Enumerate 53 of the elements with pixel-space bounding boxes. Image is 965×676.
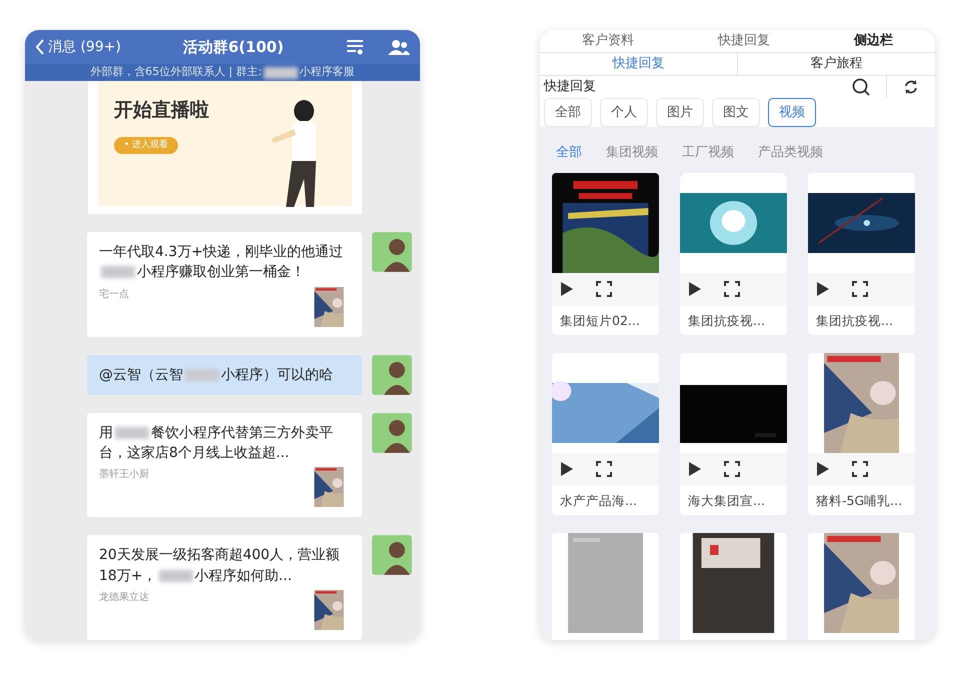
fullscreen-icon xyxy=(596,281,612,297)
video-title: 猪料-5G哺乳... xyxy=(815,492,904,510)
search-icon xyxy=(852,78,870,96)
link-source: 龙德果立达 xyxy=(99,590,149,605)
refresh-icon xyxy=(903,78,919,94)
avatar-icon xyxy=(372,232,412,272)
video-title: 海大集团宣... xyxy=(687,492,766,510)
tab[interactable]: 快捷回复 xyxy=(712,30,776,52)
play-icon xyxy=(688,461,702,477)
link-source: 墨轩王小厨 xyxy=(99,468,149,482)
video-title: 集团抗疫视... xyxy=(815,312,894,330)
avatar-icon xyxy=(372,412,412,453)
link-card-title: 用 餐饮小程序代替第三方外卖平台，这家店8个月线上收益超... xyxy=(99,424,334,464)
list-icon xyxy=(346,39,364,56)
play-icon xyxy=(816,281,830,297)
section-title: 快捷回复 xyxy=(544,78,596,96)
filter-chip[interactable]: 个人 xyxy=(600,98,648,127)
video-card[interactable]: 猪料-5G哺乳... xyxy=(808,352,915,514)
play-icon xyxy=(560,281,574,297)
group-info-text: 外部群，含65位外部联系人 | 群主: 小程序客服 xyxy=(25,64,420,81)
back-button[interactable]: 消息 (99+) xyxy=(35,36,121,58)
play-icon xyxy=(560,461,574,477)
filter-chip[interactable]: 图文 xyxy=(712,98,760,127)
live-title: 开始直播啦 xyxy=(114,98,209,122)
tab[interactable]: 快捷回复 xyxy=(540,52,737,74)
video-title: 集团短片02... xyxy=(559,312,641,330)
filter-chip[interactable]: 全部 xyxy=(544,98,592,127)
message-text: @云智（云智 小程序）可以的哈 xyxy=(99,366,334,385)
tab[interactable]: 客户资料 xyxy=(576,30,640,52)
play-icon xyxy=(816,461,830,477)
filter-chip[interactable]: 视频 xyxy=(768,98,816,127)
tab[interactable]: 客户旅程 xyxy=(738,52,935,74)
avatar-icon xyxy=(372,354,412,395)
avatar-icon xyxy=(372,535,412,576)
filter-chip[interactable]: 图片 xyxy=(656,98,704,127)
category-tab[interactable]: 全部 xyxy=(556,143,582,162)
video-card[interactable]: 集团短片02... xyxy=(552,172,659,334)
fullscreen-icon xyxy=(596,461,612,477)
link-card-title: 20天发展一级拓客商超400人，营业额18万+， 小程序如何助... xyxy=(99,546,341,586)
fullscreen-icon xyxy=(724,461,740,477)
play-icon xyxy=(688,281,702,297)
fullscreen-icon xyxy=(724,281,740,297)
video-card[interactable]: 集团抗疫视... xyxy=(680,172,787,334)
video-title: 集团抗疫视... xyxy=(687,312,766,330)
back-icon xyxy=(35,39,44,56)
fullscreen-icon xyxy=(852,461,868,477)
group-members-icon xyxy=(388,39,410,56)
link-card-title: 一年代取4.3万+快递，刚毕业的他通过 小程序赚取创业第一桶金！ xyxy=(99,242,344,282)
link-source: 宅一点 xyxy=(99,288,129,302)
chat-title: 活动群6(100) xyxy=(183,36,284,58)
fullscreen-icon xyxy=(852,281,868,297)
tab[interactable]: 侧边栏 xyxy=(848,30,899,52)
video-title: 水产产品海... xyxy=(559,492,638,510)
